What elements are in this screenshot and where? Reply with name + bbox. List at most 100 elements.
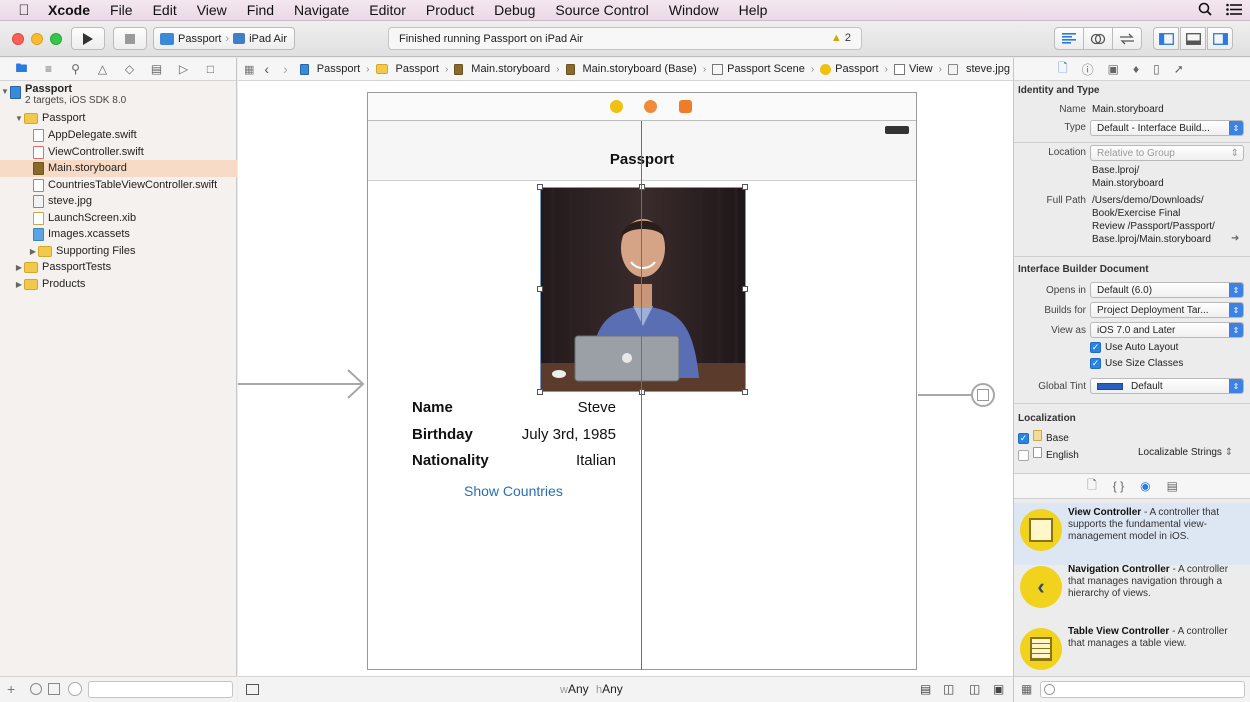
toggle-utilities-button[interactable] bbox=[1207, 27, 1233, 50]
forward-arrow-icon[interactable]: › bbox=[283, 61, 288, 77]
attributes-inspector-tab-icon[interactable]: ♦ bbox=[1133, 62, 1139, 76]
breadcrumb-project[interactable]: Passport bbox=[299, 63, 360, 75]
menu-help[interactable]: Help bbox=[739, 2, 768, 18]
toggle-debug-area-button[interactable] bbox=[1180, 27, 1206, 50]
file-inspector-tab-icon[interactable]: 🗋 bbox=[1058, 59, 1068, 80]
menu-navigate[interactable]: Navigate bbox=[294, 2, 349, 18]
localization-base-row[interactable]: ✓ Base bbox=[1018, 430, 1069, 444]
resize-handle[interactable] bbox=[639, 184, 645, 190]
resize-handle[interactable] bbox=[537, 286, 543, 292]
storyboard-canvas[interactable]: Passport bbox=[238, 82, 1013, 678]
menu-product[interactable]: Product bbox=[426, 2, 474, 18]
identity-inspector-tab-icon[interactable]: ▣ bbox=[1108, 62, 1119, 76]
tree-group-supporting-files[interactable]: ▶ Supporting Files bbox=[0, 243, 237, 260]
localization-english-type[interactable]: Localizable Strings ⇕ bbox=[1138, 447, 1233, 458]
menu-edit[interactable]: Edit bbox=[153, 2, 177, 18]
related-items-icon[interactable]: ▦ bbox=[244, 63, 254, 76]
file-template-library-icon[interactable]: 🗋 bbox=[1087, 476, 1097, 497]
navigator-filter-input[interactable] bbox=[88, 681, 233, 698]
view-controller-scene[interactable]: Passport bbox=[367, 92, 917, 670]
library-filter-input[interactable] bbox=[1040, 681, 1245, 698]
quick-help-tab-icon[interactable]: ⓘ bbox=[1082, 61, 1094, 78]
breakpoint-navigator-tab-icon[interactable]: ▷ bbox=[176, 62, 191, 76]
symbol-navigator-tab-icon[interactable]: ≡ bbox=[41, 62, 56, 76]
auto-layout-checkbox[interactable]: ✓ Use Auto Layout bbox=[1090, 342, 1178, 353]
library-item-table-view-controller[interactable]: Table View Controller - A controller tha… bbox=[1014, 622, 1250, 684]
view-controller-dock-icon[interactable] bbox=[610, 100, 623, 113]
align-icon[interactable]: ◫ bbox=[943, 682, 954, 696]
tree-item-images-xcassets[interactable]: Images.xcassets bbox=[0, 226, 237, 243]
breadcrumb-storyboard-base[interactable]: Main.storyboard (Base) bbox=[565, 63, 697, 75]
reveal-in-finder-icon[interactable]: ➜ bbox=[1231, 233, 1239, 244]
resize-handle[interactable] bbox=[742, 184, 748, 190]
project-navigator-tab-icon[interactable]: 🖿 bbox=[14, 59, 29, 80]
tree-group-passporttests[interactable]: ▶ PassportTests bbox=[0, 259, 237, 276]
type-popup[interactable]: Default - Interface Build... ⇕ bbox=[1090, 120, 1244, 136]
source-control-filter-icon[interactable] bbox=[48, 683, 60, 695]
project-root-row[interactable]: ▼ Passport 2 targets, iOS SDK 8.0 bbox=[0, 83, 237, 107]
library-item-view-controller[interactable]: View Controller - A controller that supp… bbox=[1014, 503, 1250, 565]
size-class-selector[interactable]: wAny hAny bbox=[560, 682, 623, 696]
profile-image-view[interactable] bbox=[540, 187, 746, 392]
resolve-layout-icon[interactable]: ▣ bbox=[993, 682, 1004, 696]
apple-menu-icon[interactable]:  bbox=[0, 2, 48, 19]
menu-window[interactable]: Window bbox=[669, 2, 719, 18]
global-tint-popup[interactable]: Default ⇕ bbox=[1090, 378, 1244, 394]
view-as-popup[interactable]: iOS 7.0 and Later ⇕ bbox=[1090, 322, 1244, 338]
segue-icon[interactable] bbox=[971, 383, 995, 407]
library-item-navigation-controller[interactable]: ‹ Navigation Controller - A controller t… bbox=[1014, 560, 1250, 622]
zoom-window-button[interactable] bbox=[50, 33, 62, 45]
menu-find[interactable]: Find bbox=[247, 2, 274, 18]
breadcrumb-storyboard[interactable]: Main.storyboard bbox=[454, 63, 550, 75]
code-snippet-library-icon[interactable]: { } bbox=[1113, 479, 1124, 493]
menu-debug[interactable]: Debug bbox=[494, 2, 535, 18]
breadcrumb-group[interactable]: Passport bbox=[375, 63, 439, 75]
stack-icon[interactable]: ▤ bbox=[920, 682, 931, 696]
first-responder-icon[interactable] bbox=[644, 100, 657, 113]
media-library-icon[interactable]: ▤ bbox=[1167, 479, 1178, 493]
resize-handle[interactable] bbox=[537, 389, 543, 395]
show-countries-button[interactable]: Show Countries bbox=[464, 483, 563, 499]
breadcrumb-view[interactable]: View bbox=[893, 63, 933, 75]
resize-handle[interactable] bbox=[639, 389, 645, 395]
menu-file[interactable]: File bbox=[110, 2, 133, 18]
run-button[interactable] bbox=[71, 27, 105, 50]
version-editor-button[interactable] bbox=[1112, 27, 1142, 50]
spotlight-search-icon[interactable] bbox=[1198, 2, 1212, 19]
tree-group-products[interactable]: ▶ Products bbox=[0, 276, 237, 293]
object-library-icon[interactable]: ◉ bbox=[1140, 479, 1150, 493]
toggle-document-outline-icon[interactable] bbox=[246, 684, 259, 695]
standard-editor-button[interactable] bbox=[1054, 27, 1084, 50]
grid-view-icon[interactable]: ▦ bbox=[1021, 682, 1032, 696]
connections-inspector-tab-icon[interactable]: ➚ bbox=[1174, 62, 1184, 76]
resize-handle[interactable] bbox=[742, 286, 748, 292]
exit-icon[interactable] bbox=[679, 100, 692, 113]
tree-group-passport[interactable]: ▼ Passport bbox=[0, 110, 237, 127]
toggle-navigator-button[interactable] bbox=[1153, 27, 1179, 50]
issue-navigator-tab-icon[interactable]: △ bbox=[95, 62, 110, 76]
opens-in-popup[interactable]: Default (6.0) ⇕ bbox=[1090, 282, 1244, 298]
navigation-bar[interactable]: Passport bbox=[368, 121, 916, 181]
name-field-value[interactable]: Main.storyboard bbox=[1092, 104, 1164, 115]
find-navigator-tab-icon[interactable]: ⚲ bbox=[68, 62, 83, 76]
back-arrow-icon[interactable]: ‹ bbox=[264, 61, 269, 77]
tree-item-countries-controller[interactable]: CountriesTableViewController.swift bbox=[0, 177, 237, 194]
resize-handle[interactable] bbox=[537, 184, 543, 190]
test-navigator-tab-icon[interactable]: ◇ bbox=[122, 62, 137, 76]
minimize-window-button[interactable] bbox=[31, 33, 43, 45]
stop-button[interactable] bbox=[113, 27, 147, 50]
menu-xcode[interactable]: Xcode bbox=[48, 2, 90, 18]
builds-for-popup[interactable]: Project Deployment Tar... ⇕ bbox=[1090, 302, 1244, 318]
size-inspector-tab-icon[interactable]: ▯ bbox=[1153, 62, 1160, 76]
tree-item-main-storyboard[interactable]: Main.storyboard bbox=[0, 160, 237, 177]
size-classes-checkbox[interactable]: ✓ Use Size Classes bbox=[1090, 358, 1183, 369]
close-window-button[interactable] bbox=[12, 33, 24, 45]
resize-handle[interactable] bbox=[742, 389, 748, 395]
menu-editor[interactable]: Editor bbox=[369, 2, 406, 18]
tree-item-appdelegate[interactable]: AppDelegate.swift bbox=[0, 127, 237, 144]
warning-indicator[interactable]: ▲ 2 bbox=[831, 32, 851, 44]
breadcrumb-view-controller[interactable]: Passport bbox=[820, 63, 879, 75]
tree-item-steve-jpg[interactable]: steve.jpg bbox=[0, 193, 237, 210]
recent-files-icon[interactable] bbox=[30, 683, 42, 695]
notification-list-icon[interactable] bbox=[1226, 3, 1242, 19]
